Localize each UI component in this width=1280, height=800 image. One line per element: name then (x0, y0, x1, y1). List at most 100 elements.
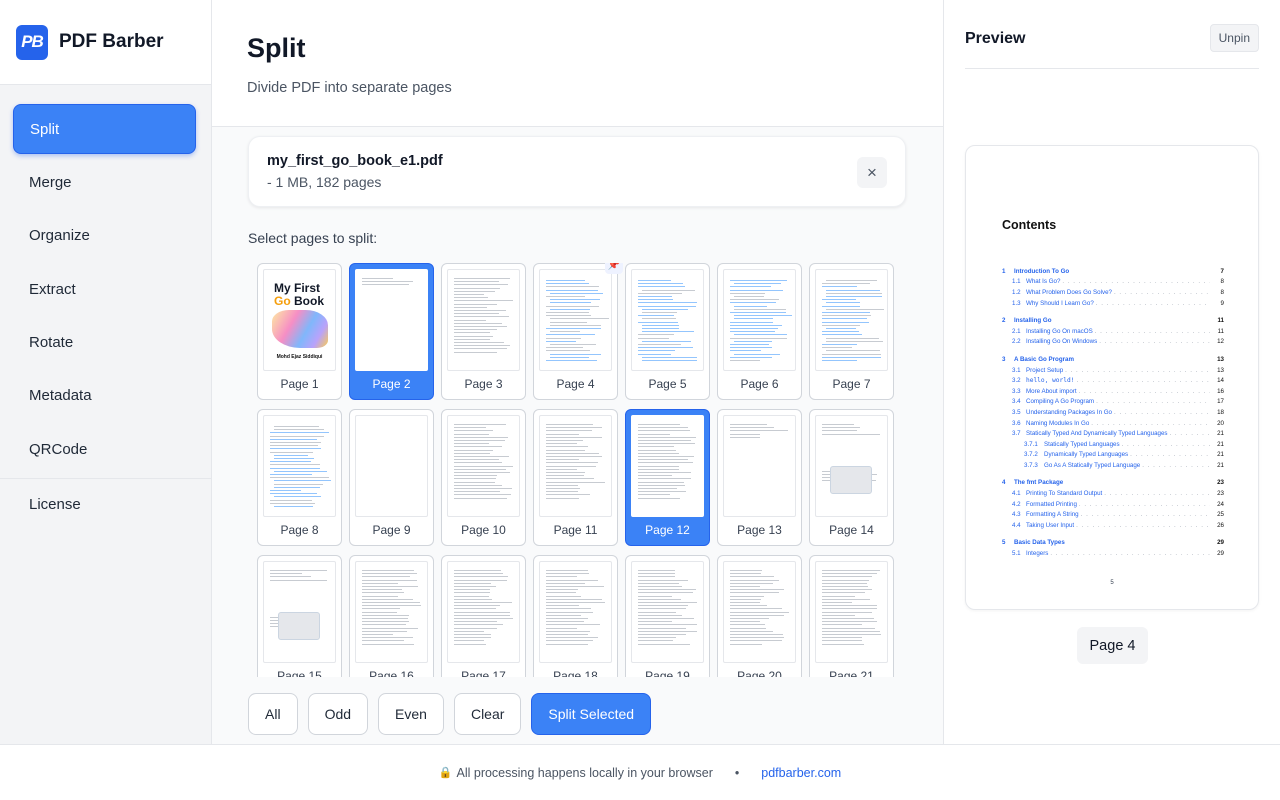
select-odd-button[interactable]: Odd (307, 693, 369, 735)
select-even-button[interactable]: Even (378, 693, 444, 735)
toc-entry[interactable]: 5 Basic Data Types 29 (1002, 538, 1224, 549)
pin-icon[interactable]: 📌 (605, 263, 623, 274)
toc-entry[interactable]: 1.2 What Problem Does Go Solve?. . . . . … (1002, 287, 1224, 298)
page-thumbnail[interactable]: Page 18 (533, 555, 618, 677)
text-line (546, 468, 577, 470)
toc-entry[interactable]: 3.7.3 Go As A Statically Typed Language. … (1002, 460, 1224, 471)
sidebar-item-merge[interactable]: Merge (13, 157, 196, 207)
page-thumbnail[interactable]: My First Go Book Mohd Ejaz Siddiqui Page 1 (257, 263, 342, 400)
clear-selection-button[interactable]: Clear (453, 693, 522, 735)
sidebar-item-organize[interactable]: Organize (13, 211, 196, 261)
toc-page: 14 (1217, 377, 1224, 385)
page-thumbnail[interactable]: Page 11 (533, 409, 618, 546)
page-thumbnail[interactable]: Page 14 (809, 409, 894, 546)
toc-number: 2 (1002, 317, 1006, 325)
toc-entry[interactable]: 2 Installing Go 11 (1002, 315, 1224, 326)
toc-entry[interactable]: 4.2 Formatted Printing. . . . . . . . . .… (1002, 499, 1224, 510)
text-line (546, 497, 579, 499)
toc-entry[interactable]: 3.2 hello, world!. . . . . . . . . . . . … (1002, 375, 1224, 386)
text-line (822, 614, 855, 616)
footer-link[interactable]: pdfbarber.com (761, 766, 841, 780)
page-preview-image (263, 415, 336, 517)
text-line (822, 430, 857, 432)
page-thumbnail[interactable]: Page 15 (257, 555, 342, 677)
page-thumbnail[interactable]: Page 16 (349, 555, 434, 677)
sidebar-item-rotate[interactable]: Rotate (13, 318, 196, 368)
toc-entry[interactable]: 5.1 Integers. . . . . . . . . . . . . . .… (1002, 548, 1224, 559)
page-thumbnail[interactable]: Page 7 (809, 263, 894, 400)
page-label: Page 19 (645, 669, 690, 677)
page-label: Page 11 (553, 523, 598, 537)
remove-file-button[interactable]: × (857, 157, 887, 188)
page-thumbnail[interactable]: Page 5 (625, 263, 710, 400)
toc-entry[interactable]: 2.1 Installing Go On macOS. . . . . . . .… (1002, 326, 1224, 337)
page-label: Page 1 (280, 377, 319, 391)
text-line (822, 608, 877, 610)
sidebar-item-extract[interactable]: Extract (13, 264, 196, 314)
page-thumbnail[interactable]: Page 9 (349, 409, 434, 546)
sidebar-item-license[interactable]: License (13, 480, 196, 530)
toc-entry[interactable]: 3.5 Understanding Packages In Go. . . . .… (1002, 407, 1224, 418)
select-all-button[interactable]: All (248, 693, 298, 735)
toc-page: 24 (1217, 500, 1224, 508)
toc-number: 4 (1002, 479, 1006, 487)
toc-entry[interactable]: 3.4 Compiling A Go Program. . . . . . . .… (1002, 397, 1224, 408)
page-thumbnail[interactable]: Page 17 (441, 555, 526, 677)
text-line (822, 643, 864, 645)
toc-entry[interactable]: 3.7.1 Statically Typed Languages. . . . .… (1002, 439, 1224, 450)
toc-entry[interactable]: 1.3 Why Should I Learn Go?. . . . . . . .… (1002, 298, 1224, 309)
text-line (546, 283, 589, 285)
page-thumbnail[interactable]: 📌 Page 4 (533, 263, 623, 400)
page-thumbnail[interactable]: Page 12 (625, 409, 710, 546)
toc-entry[interactable]: 4.3 Formatting A String. . . . . . . . . … (1002, 509, 1224, 520)
page-thumbnail[interactable]: Page 10 (441, 409, 526, 546)
text-line (822, 582, 867, 584)
text-line (454, 494, 511, 496)
page-thumbnail[interactable]: Page 6 (717, 263, 802, 400)
page-thumbnail[interactable]: Page 3 (441, 263, 526, 400)
toc-entry[interactable]: 3.6 Naming Modules In Go. . . . . . . . .… (1002, 418, 1224, 429)
unpin-button[interactable]: Unpin (1209, 24, 1259, 52)
sidebar-item-qrcode[interactable]: QRCode (13, 424, 196, 474)
text-line (638, 427, 688, 429)
page-grid: My First Go Book Mohd Ejaz Siddiqui Page 1 P… (257, 263, 907, 677)
page-thumbnail[interactable]: Page 8 (257, 409, 342, 546)
text-line (734, 318, 773, 320)
text-line (822, 627, 875, 629)
text-line (274, 458, 314, 459)
toc-entry[interactable]: 3 A Basic Go Program 13 (1002, 354, 1224, 365)
page-thumbnail[interactable]: Page 2 (349, 263, 434, 400)
toc-entry[interactable]: 1.1 What Is Go?. . . . . . . . . . . . . … (1002, 277, 1224, 288)
text-line (274, 470, 327, 472)
toc-entry[interactable]: 3.1 Project Setup. . . . . . . . . . . . … (1002, 365, 1224, 376)
sidebar-item-metadata[interactable]: Metadata (13, 371, 196, 421)
text-line (638, 589, 696, 591)
text-line (454, 335, 493, 337)
toc-entry[interactable]: 4.1 Printing To Standard Output. . . . . … (1002, 488, 1224, 499)
split-selected-button[interactable]: Split Selected (531, 693, 652, 735)
page-thumbnail[interactable]: Page 20 (717, 555, 802, 677)
text-line (546, 494, 590, 496)
text-line (730, 324, 782, 326)
cover-author: Mohd Ejaz Siddiqui (276, 354, 323, 360)
page-grid-scroll[interactable]: My First Go Book Mohd Ejaz Siddiqui Page 1 P… (257, 263, 907, 677)
page-thumbnail[interactable]: Page 13 (717, 409, 802, 546)
text-line (734, 315, 792, 317)
sidebar-item-split[interactable]: Split (13, 104, 196, 154)
toc-entry[interactable]: 3.7.2 Dynamically Typed Languages. . . . … (1002, 450, 1224, 461)
page-thumbnail[interactable]: Page 21 (809, 555, 894, 677)
toc-entry[interactable]: 1 Introduction To Go 7 (1002, 266, 1224, 277)
text-line (454, 322, 502, 324)
toc-entry[interactable]: 3.7 Statically Typed And Dynamically Type… (1002, 428, 1224, 439)
footer-text: All processing happens locally in your b… (456, 765, 713, 780)
toc-entry[interactable]: 4 The fmt Package 23 (1002, 478, 1224, 489)
toc-entry[interactable]: 4.4 Taking User Input. . . . . . . . . . … (1002, 520, 1224, 531)
toc-entry[interactable]: 2.2 Installing Go On Windows. . . . . . .… (1002, 337, 1224, 348)
text-line (362, 605, 421, 607)
text-line (454, 589, 490, 591)
page-thumbnail[interactable]: Page 19 (625, 555, 710, 677)
toc-entry[interactable]: 3.3 More About import. . . . . . . . . . … (1002, 386, 1224, 397)
text-line (454, 497, 507, 499)
text-line (454, 643, 486, 645)
text-line (638, 598, 681, 600)
